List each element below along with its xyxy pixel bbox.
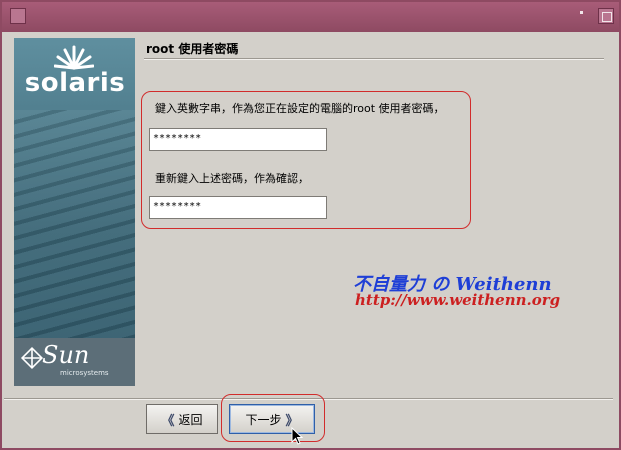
password-label: 鍵入英數字串，作為您正在設定的電腦的root 使用者密碼， xyxy=(155,102,445,115)
mouse-pointer-icon xyxy=(291,427,303,445)
microsystems-text: microsystems xyxy=(60,369,109,377)
confirm-password-label: 重新鍵入上述密碼，作為確認， xyxy=(155,172,309,185)
wave-pattern xyxy=(14,110,135,340)
window-menu-button[interactable] xyxy=(10,8,26,24)
title-divider xyxy=(144,58,604,60)
sun-diamond-icon xyxy=(20,346,44,370)
back-button[interactable]: 《 返回 xyxy=(146,404,218,434)
watermark-url: http://www.weithenn.org xyxy=(355,291,561,309)
next-button-highlight xyxy=(221,394,325,442)
confirm-password-input[interactable]: ******** xyxy=(149,196,327,219)
title-bar[interactable] xyxy=(2,2,619,32)
password-input[interactable]: ******** xyxy=(149,128,327,151)
double-chevron-left-icon: 《 xyxy=(161,413,175,429)
sunburst-icon xyxy=(54,45,94,70)
minimize-button[interactable] xyxy=(576,7,588,19)
back-button-label: 返回 xyxy=(178,412,203,427)
sidebar-banner: solaris Sun microsystems xyxy=(14,38,135,386)
sun-logo-text: Sun xyxy=(42,341,90,369)
page-title: root 使用者密碼 xyxy=(146,42,239,56)
sun-logo-box: Sun microsystems xyxy=(14,338,135,386)
maximize-button[interactable] xyxy=(598,8,614,24)
solaris-logo: solaris xyxy=(24,68,126,98)
